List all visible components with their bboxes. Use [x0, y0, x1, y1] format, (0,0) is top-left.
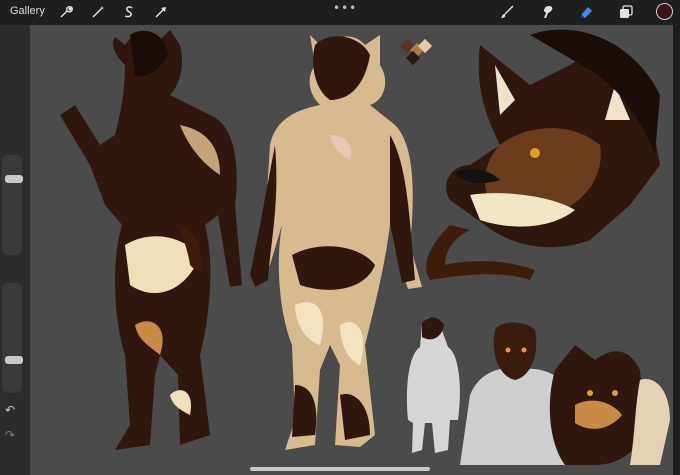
artwork [60, 29, 670, 465]
drawing-canvas[interactable] [30, 25, 673, 475]
layers-icon[interactable] [618, 4, 634, 20]
opacity-thumb[interactable] [5, 356, 23, 364]
home-indicator-bar[interactable] [250, 467, 430, 471]
selection-s-icon[interactable] [121, 4, 137, 20]
opacity-slider[interactable] [2, 283, 23, 393]
figure-hoodie-small [406, 317, 460, 453]
figure-back-view [60, 30, 242, 450]
brush-icon[interactable] [499, 4, 515, 20]
color-picker-swatch[interactable] [656, 3, 673, 20]
brush-size-thumb[interactable] [5, 175, 23, 183]
brush-size-slider[interactable] [2, 155, 23, 255]
eraser-icon[interactable] [578, 4, 594, 20]
gallery-button[interactable]: Gallery [10, 5, 45, 17]
smudge-icon[interactable] [539, 4, 555, 20]
top-toolbar: Gallery ••• [0, 0, 680, 25]
transform-arrow-icon[interactable] [153, 4, 169, 20]
undo-icon[interactable]: ↶ [5, 403, 15, 417]
redo-icon[interactable]: ↷ [5, 428, 15, 442]
figure-front-view [250, 35, 422, 450]
more-options-icon[interactable]: ••• [333, 1, 357, 15]
magic-wand-icon[interactable] [90, 4, 106, 20]
head-closeup [426, 29, 660, 280]
wrench-icon[interactable] [58, 4, 74, 20]
color-palette-dots [399, 38, 433, 66]
left-sidebar: ↶ ↷ [0, 25, 30, 475]
figure-snarl-bust [549, 345, 670, 465]
